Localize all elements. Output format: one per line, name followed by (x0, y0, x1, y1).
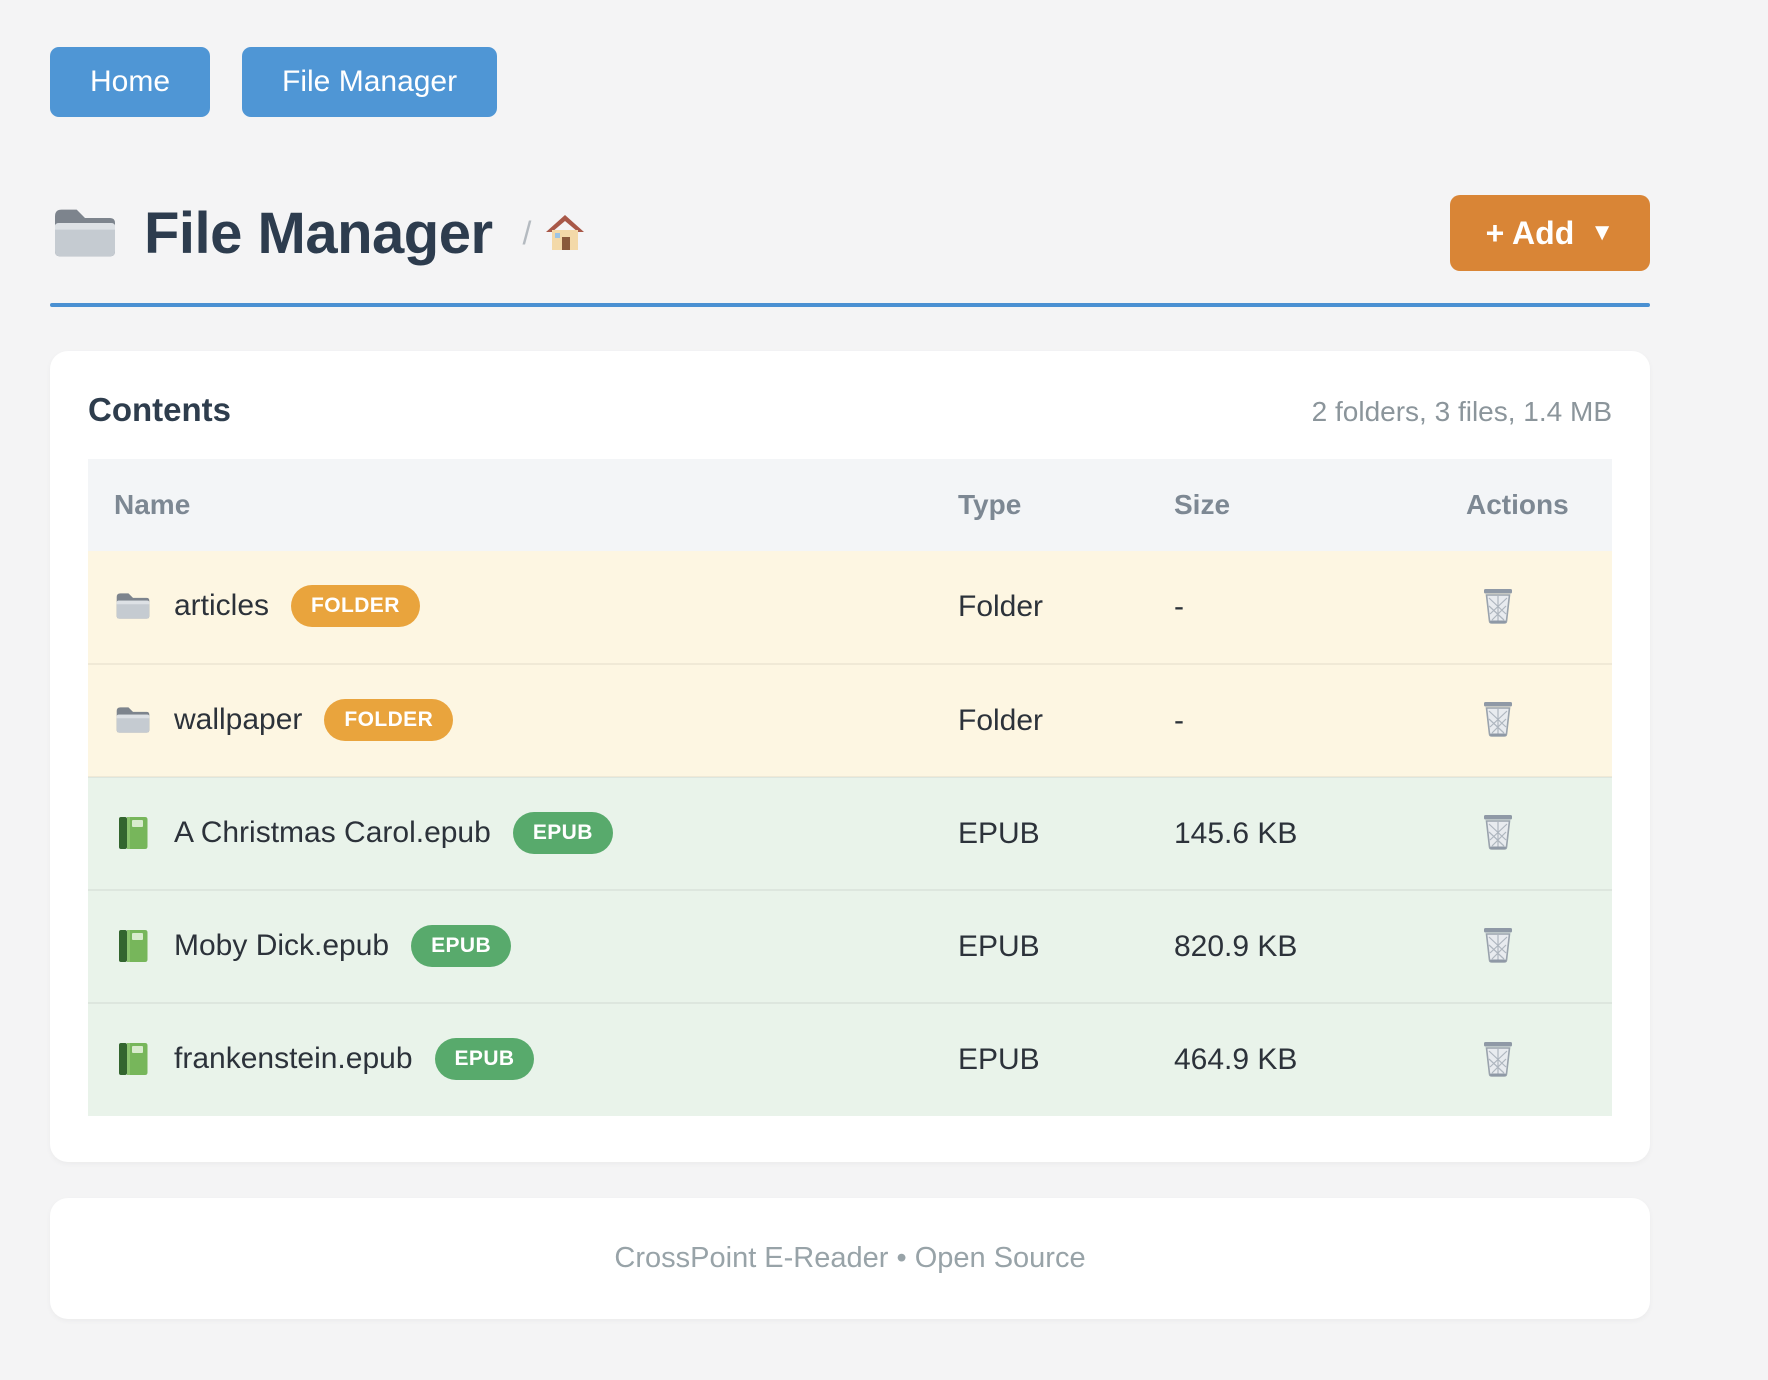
item-name: articles (174, 589, 269, 623)
trash-icon (1480, 585, 1516, 625)
file-link[interactable]: frankenstein.epub EPUB (114, 1038, 534, 1080)
top-nav: Home File Manager (50, 47, 1650, 117)
breadcrumb-separator: / (523, 215, 532, 252)
item-name: frankenstein.epub (174, 1042, 413, 1076)
breadcrumb: / (523, 213, 586, 253)
table-header-row: Name Type Size Actions (88, 459, 1612, 551)
folder-link[interactable]: articles FOLDER (114, 585, 420, 627)
table-row: articles FOLDER Folder - (88, 551, 1612, 664)
type-badge: FOLDER (291, 585, 420, 627)
footer: CrossPoint E-Reader • Open Source (50, 1198, 1650, 1319)
item-type: EPUB (958, 817, 1040, 850)
table-row: A Christmas Carol.epub EPUB EPUB 145.6 K… (88, 777, 1612, 890)
title-block: File Manager / (50, 200, 585, 267)
green-book-icon (114, 1041, 152, 1077)
home-nav-button[interactable]: Home (50, 47, 210, 117)
type-badge: FOLDER (324, 699, 453, 741)
trash-icon (1480, 811, 1516, 851)
file-link[interactable]: A Christmas Carol.epub EPUB (114, 812, 613, 854)
add-button[interactable]: + Add ▼ (1450, 195, 1650, 271)
folder-icon (114, 702, 152, 738)
item-type: EPUB (958, 1043, 1040, 1076)
type-badge: EPUB (411, 925, 511, 967)
delete-button[interactable] (1480, 924, 1516, 964)
chevron-down-icon: ▼ (1590, 219, 1614, 247)
column-header-size: Size (1174, 459, 1466, 551)
column-header-actions: Actions (1466, 459, 1612, 551)
contents-title: Contents (88, 391, 231, 429)
page: Home File Manager File Manager / + Add ▼… (50, 0, 1650, 1319)
green-book-icon (114, 928, 152, 964)
item-size: - (1174, 704, 1184, 737)
type-badge: EPUB (513, 812, 613, 854)
delete-button[interactable] (1480, 585, 1516, 625)
table-row: Moby Dick.epub EPUB EPUB 820.9 KB (88, 890, 1612, 1003)
trash-icon (1480, 924, 1516, 964)
folder-icon (114, 588, 152, 624)
item-type: Folder (958, 704, 1043, 737)
table-row: frankenstein.epub EPUB EPUB 464.9 KB (88, 1003, 1612, 1116)
item-size: - (1174, 590, 1184, 623)
item-type: Folder (958, 590, 1043, 623)
type-badge: EPUB (435, 1038, 535, 1080)
item-size: 145.6 KB (1174, 817, 1297, 850)
home-icon[interactable] (545, 213, 585, 253)
item-size: 820.9 KB (1174, 930, 1297, 963)
item-name: A Christmas Carol.epub (174, 816, 491, 850)
page-title: File Manager (144, 200, 493, 267)
trash-icon (1480, 1038, 1516, 1078)
contents-summary: 2 folders, 3 files, 1.4 MB (1312, 396, 1612, 428)
contents-card-header: Contents 2 folders, 3 files, 1.4 MB (88, 391, 1612, 429)
delete-button[interactable] (1480, 698, 1516, 738)
table-row: wallpaper FOLDER Folder - (88, 664, 1612, 777)
item-name: Moby Dick.epub (174, 929, 389, 963)
folder-icon (50, 203, 120, 263)
page-header: File Manager / + Add ▼ (50, 195, 1650, 271)
trash-icon (1480, 698, 1516, 738)
add-button-label: + Add (1486, 215, 1575, 252)
file-link[interactable]: Moby Dick.epub EPUB (114, 925, 511, 967)
folder-link[interactable]: wallpaper FOLDER (114, 699, 453, 741)
file-manager-nav-button[interactable]: File Manager (242, 47, 497, 117)
item-type: EPUB (958, 930, 1040, 963)
contents-card: Contents 2 folders, 3 files, 1.4 MB Name… (50, 351, 1650, 1162)
delete-button[interactable] (1480, 811, 1516, 851)
title-divider (50, 303, 1650, 307)
green-book-icon (114, 815, 152, 851)
column-header-name: Name (88, 459, 958, 551)
footer-text: CrossPoint E-Reader • Open Source (614, 1242, 1085, 1274)
item-size: 464.9 KB (1174, 1043, 1297, 1076)
delete-button[interactable] (1480, 1038, 1516, 1078)
item-name: wallpaper (174, 703, 302, 737)
file-table: Name Type Size Actions articles FOLDER (88, 459, 1612, 1116)
column-header-type: Type (958, 459, 1174, 551)
